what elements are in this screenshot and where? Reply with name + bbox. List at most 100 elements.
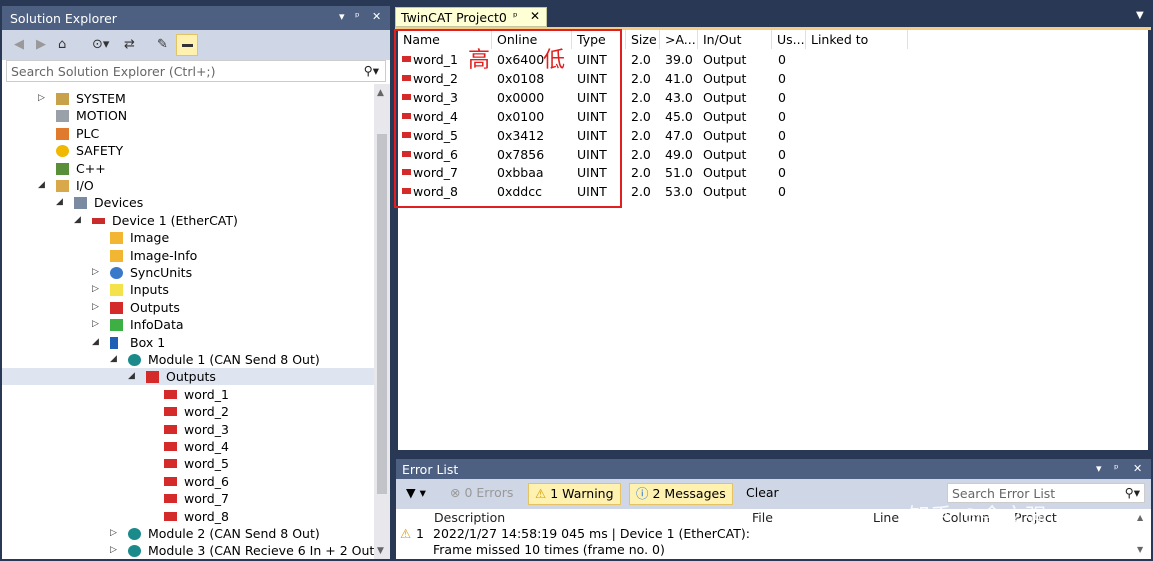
column-header-inout[interactable]: In/Out [698, 30, 772, 49]
tree-item-label: word_3 [184, 421, 229, 437]
preview-icon[interactable] [176, 34, 198, 56]
tree-item[interactable]: ◢ Devices [2, 194, 374, 211]
tree-item[interactable]: ◢ Device 1 (EtherCAT) [2, 212, 374, 229]
tree-item[interactable]: ◢ Module 1 (CAN Send 8 Out) [2, 351, 374, 368]
expanded-arrow-icon[interactable]: ◢ [128, 368, 138, 385]
expanded-arrow-icon[interactable]: ◢ [38, 177, 48, 194]
output-var-icon [164, 407, 177, 417]
tree-item[interactable]: word_8 [2, 508, 374, 525]
window-menu-icon[interactable]: ▾ [1096, 462, 1102, 475]
tab-list-dropdown-icon[interactable]: ▼ [1136, 10, 1144, 21]
output-var-icon [164, 442, 177, 451]
tree-item[interactable]: word_3 [2, 421, 374, 438]
close-icon[interactable]: ✕ [372, 10, 381, 23]
error-list-title: Error List [402, 462, 459, 477]
tree-item[interactable]: PLC [2, 125, 374, 142]
window-menu-icon[interactable]: ▾ [339, 10, 345, 23]
collapsed-arrow-icon[interactable]: ▷ [110, 525, 120, 542]
collapsed-arrow-icon[interactable]: ▷ [92, 316, 102, 333]
expanded-arrow-icon[interactable]: ◢ [74, 212, 84, 229]
tree-item[interactable]: ◢ I/O [2, 177, 374, 194]
collapsed-arrow-icon[interactable]: ▷ [92, 299, 102, 316]
inputs-icon [110, 284, 123, 297]
cell-user: 0 [778, 127, 786, 143]
output-var-icon [164, 511, 177, 521]
tree-item[interactable]: word_5 [2, 455, 374, 472]
cell-address: 43.0 [665, 89, 693, 105]
scroll-down-icon[interactable]: ▼ [1137, 545, 1143, 554]
filter-icon[interactable]: ▼ ▾ [400, 483, 432, 505]
tree-item[interactable]: ▷ SyncUnits [2, 264, 374, 281]
tree-item[interactable]: SAFETY [2, 142, 374, 159]
search-icon[interactable]: ⚲▾ [1125, 485, 1140, 500]
tree-item-label: C++ [76, 160, 106, 176]
tree-item[interactable]: C++ [2, 160, 374, 177]
tree-item-label: SyncUnits [130, 265, 193, 280]
io-icon [56, 180, 69, 192]
collapsed-arrow-icon[interactable]: ▷ [38, 90, 48, 107]
collapsed-arrow-icon[interactable]: ▷ [92, 281, 102, 298]
scroll-down-icon[interactable]: ▼ [377, 546, 384, 556]
warnings-filter-button[interactable]: ⚠ 1 Warning [528, 483, 621, 505]
error-list-title-bar: Error List ▾ ᵖ ✕ [396, 459, 1151, 479]
tree-item[interactable]: ◢ Box 1 [2, 334, 374, 351]
errors-label: 0 Errors [464, 485, 514, 500]
collapsed-arrow-icon[interactable]: ▷ [92, 264, 102, 281]
clear-button[interactable]: Clear [740, 483, 785, 505]
tab-close-icon[interactable]: ✕ [530, 9, 540, 23]
messages-filter-button[interactable]: ⓘ 2 Messages [629, 483, 733, 505]
scroll-up-icon[interactable]: ▲ [1137, 513, 1143, 522]
tree-item[interactable]: word_6 [2, 473, 374, 490]
cell-address: 49.0 [665, 146, 693, 162]
output-var-icon [164, 389, 177, 399]
tree-item[interactable]: ▷ Outputs [2, 299, 374, 316]
column-header-user[interactable]: Us... [772, 30, 806, 49]
tree-item[interactable]: ◢ Outputs [2, 368, 374, 386]
forward-icon[interactable]: ▶ [36, 37, 46, 52]
tree-item[interactable]: Image [2, 229, 374, 246]
tree-item[interactable]: ▷ InfoData [2, 316, 374, 333]
output-var-icon [164, 476, 177, 486]
history-icon[interactable]: ⊙▾ [92, 37, 109, 52]
pin-icon[interactable]: ᵖ [355, 10, 360, 23]
pin-icon[interactable]: ᵖ [1114, 462, 1119, 475]
tree-item-label: word_1 [184, 386, 229, 402]
expanded-arrow-icon[interactable]: ◢ [92, 334, 102, 351]
tree-item[interactable]: MOTION [2, 107, 374, 124]
tab-twincat-project[interactable]: TwinCAT Project0 ᵖ ✕ [395, 7, 547, 27]
column-header-address[interactable]: >A... [660, 30, 698, 49]
tree-item[interactable]: Image-Info [2, 247, 374, 264]
cell-size: 2.0 [631, 184, 651, 200]
back-icon[interactable]: ◀ [14, 37, 24, 52]
expanded-arrow-icon[interactable]: ◢ [56, 194, 66, 211]
tab-pin-icon[interactable]: ᵖ [513, 10, 518, 23]
tree-item[interactable]: ▷ SYSTEM [2, 90, 374, 107]
tree-item[interactable]: ▷ Inputs [2, 281, 374, 298]
column-header-linked-to[interactable]: Linked to [806, 30, 908, 49]
home-icon[interactable]: ⌂ [58, 37, 66, 52]
close-icon[interactable]: ✕ [1133, 462, 1142, 475]
tree-item[interactable]: word_7 [2, 490, 374, 507]
tree-item[interactable]: ▷ Module 3 (CAN Recieve 6 In + 2 Out) [2, 542, 374, 559]
column-header-description[interactable]: Description [434, 510, 505, 525]
solution-explorer-search-input[interactable]: Search Solution Explorer (Ctrl+;) ⚲▾ [6, 60, 386, 82]
properties-wrench-icon[interactable]: ✎ [157, 37, 168, 52]
collapsed-arrow-icon[interactable]: ▷ [110, 542, 120, 559]
outputs-icon [110, 301, 123, 314]
column-header-size[interactable]: Size [626, 30, 660, 49]
output-var-icon [164, 494, 177, 504]
column-header-file[interactable]: File [752, 510, 773, 525]
cell-size: 2.0 [631, 89, 651, 105]
tree-item[interactable]: ▷ Module 2 (CAN Send 8 Out) [2, 525, 374, 542]
tree-item[interactable]: word_2 [2, 403, 374, 420]
scroll-up-icon[interactable]: ▲ [377, 88, 384, 98]
tree-item[interactable]: word_4 [2, 438, 374, 455]
tree-scrollbar-thumb[interactable] [377, 134, 387, 494]
sync-icon[interactable]: ⇄ [124, 37, 135, 52]
expanded-arrow-icon[interactable]: ◢ [110, 351, 120, 368]
errors-filter-button[interactable]: ⊗ 0 Errors [444, 483, 519, 505]
tree-item[interactable]: word_1 [2, 386, 374, 403]
tree-item-label: word_8 [184, 508, 229, 524]
column-header-line[interactable]: Line [873, 510, 899, 525]
search-icon[interactable]: ⚲▾ [364, 63, 379, 78]
